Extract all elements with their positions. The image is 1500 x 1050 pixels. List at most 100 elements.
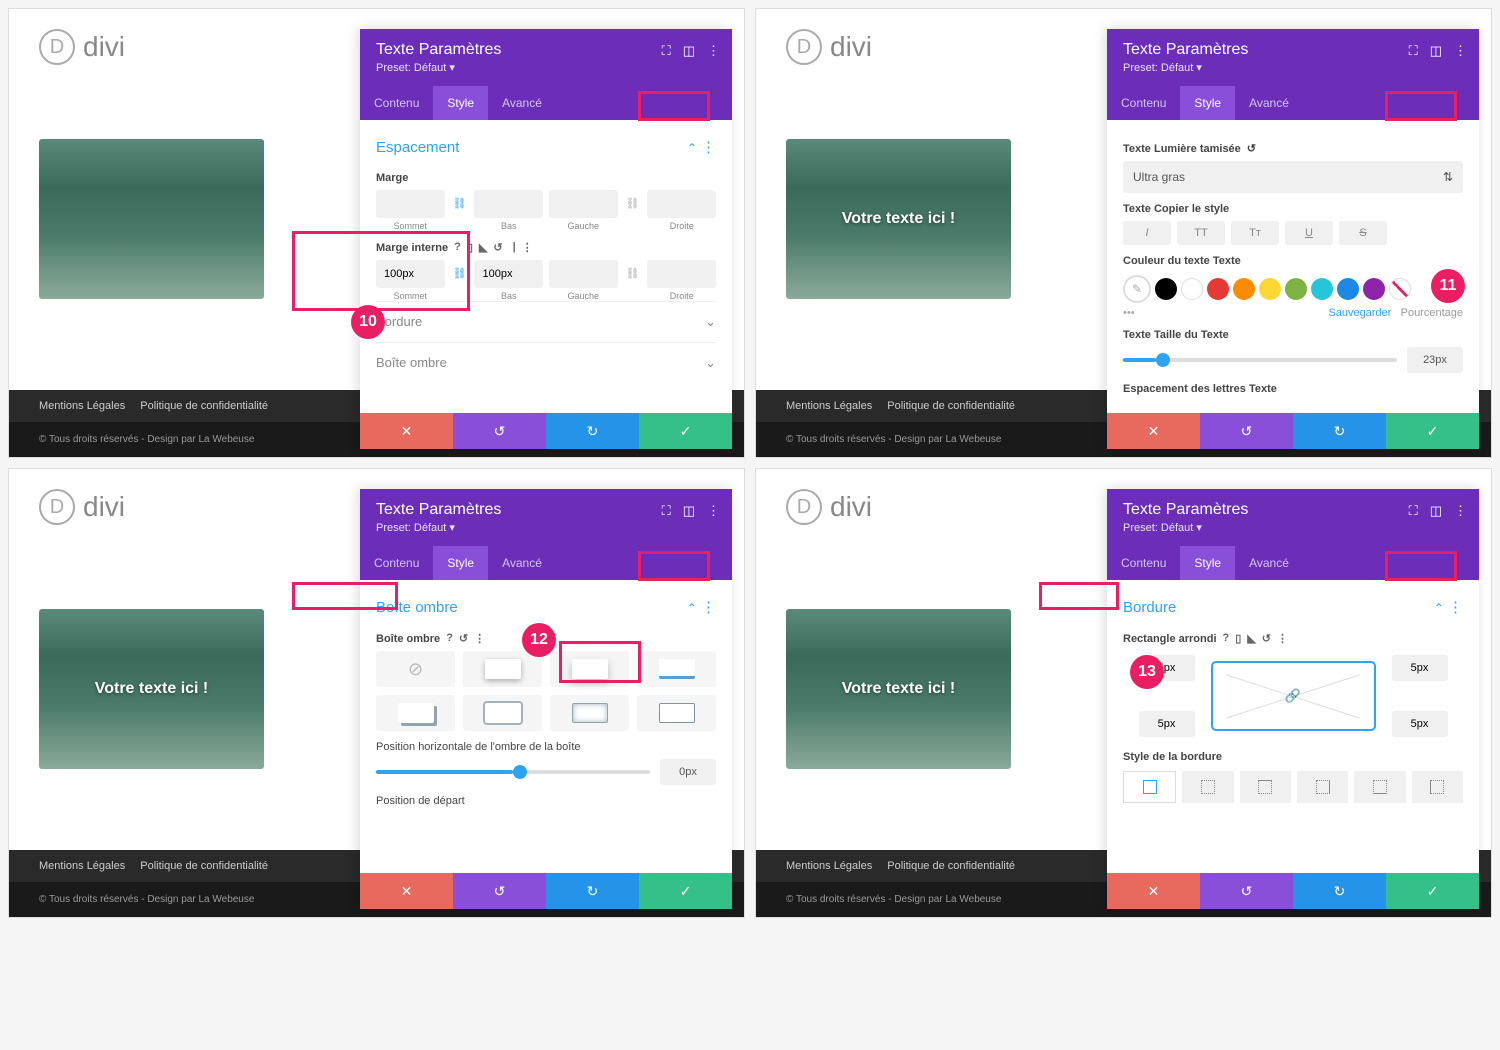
cancel-button[interactable]: ✕	[1107, 873, 1200, 909]
shadow-opt-2[interactable]	[550, 651, 629, 687]
preset-selector[interactable]: Preset: Défaut ▾	[376, 521, 716, 534]
undo-button[interactable]: ↺	[1200, 413, 1293, 449]
color-blue[interactable]	[1337, 278, 1359, 300]
tab-content[interactable]: Contenu	[1107, 546, 1180, 580]
mobile-icon[interactable]: ▯	[467, 241, 473, 254]
shadow-opt-4[interactable]	[376, 695, 455, 731]
reset-icon[interactable]: ↺	[459, 632, 468, 645]
more-vert-icon[interactable]: ⋮	[701, 599, 716, 616]
more-icon[interactable]: ⋮	[1454, 503, 1467, 519]
strike-button[interactable]: S	[1339, 221, 1387, 245]
footer-link-privacy[interactable]: Politique de confidentialité	[140, 400, 268, 412]
underline-button[interactable]: U	[1285, 221, 1333, 245]
tab-advanced[interactable]: Avancé	[488, 546, 556, 580]
reset-icon[interactable]: ↺	[493, 241, 502, 254]
tab-advanced[interactable]: Avancé	[488, 86, 556, 120]
color-yellow[interactable]	[1259, 278, 1281, 300]
tab-style[interactable]: Style	[1180, 546, 1235, 580]
footer-link-legal[interactable]: Mentions Légales	[786, 860, 872, 872]
hover-icon[interactable]: ◣	[1247, 632, 1255, 645]
columns-icon[interactable]: ◫	[1430, 503, 1442, 519]
preset-selector[interactable]: Preset: Défaut ▾	[1123, 521, 1463, 534]
margin-right-input[interactable]	[647, 190, 716, 218]
border-style-all[interactable]	[1182, 771, 1233, 803]
save-link[interactable]: Sauvegarder	[1328, 307, 1391, 319]
color-red[interactable]	[1207, 278, 1229, 300]
margin-top-input[interactable]	[376, 190, 445, 218]
footer-link-legal[interactable]: Mentions Légales	[39, 400, 125, 412]
border-style-left[interactable]	[1412, 771, 1463, 803]
tab-style[interactable]: Style	[1180, 86, 1235, 120]
save-button[interactable]: ✓	[639, 413, 732, 449]
radius-bl-input[interactable]	[1139, 711, 1195, 737]
redo-button[interactable]: ↻	[1293, 413, 1386, 449]
preset-selector[interactable]: Preset: Défaut ▾	[1123, 61, 1463, 74]
shadow-opt-7[interactable]	[637, 695, 716, 731]
save-button[interactable]: ✓	[639, 873, 732, 909]
footer-link-legal[interactable]: Mentions Légales	[786, 400, 872, 412]
redo-button[interactable]: ↻	[546, 873, 639, 909]
tab-advanced[interactable]: Avancé	[1235, 86, 1303, 120]
more-icon[interactable]: ⋮	[707, 503, 720, 519]
padding-bottom-input[interactable]	[474, 260, 543, 288]
tab-content[interactable]: Contenu	[1107, 86, 1180, 120]
color-orange[interactable]	[1233, 278, 1255, 300]
undo-button[interactable]: ↺	[453, 413, 546, 449]
more-icon[interactable]: ⋮	[707, 43, 720, 59]
border-style-bottom[interactable]	[1354, 771, 1405, 803]
cancel-button[interactable]: ✕	[360, 873, 453, 909]
border-style-solid[interactable]	[1123, 771, 1176, 803]
help-icon[interactable]: ?	[454, 241, 461, 254]
text-size-slider[interactable]	[1123, 358, 1397, 362]
reset-icon[interactable]: ↺	[1262, 632, 1271, 645]
section-spacing[interactable]: Espacement ⌃ ⋮	[376, 132, 716, 162]
mobile-icon[interactable]: ▯	[1235, 632, 1241, 645]
more-icon[interactable]: ⋮	[522, 241, 533, 254]
undo-button[interactable]: ↺	[1200, 873, 1293, 909]
redo-button[interactable]: ↻	[1293, 873, 1386, 909]
expand-icon[interactable]: ⛶	[662, 43, 671, 59]
help-icon[interactable]: ?	[1223, 632, 1230, 645]
padding-top-input[interactable]	[376, 260, 445, 288]
margin-bottom-input[interactable]	[474, 190, 543, 218]
margin-left-input[interactable]	[549, 190, 618, 218]
border-style-right[interactable]	[1297, 771, 1348, 803]
tab-advanced[interactable]: Avancé	[1235, 546, 1303, 580]
uppercase-button[interactable]: TT	[1177, 221, 1225, 245]
expand-icon[interactable]: ⛶	[1409, 503, 1418, 519]
shadow-opt-6[interactable]	[550, 695, 629, 731]
padding-left-input[interactable]	[549, 260, 618, 288]
color-cyan[interactable]	[1311, 278, 1333, 300]
section-border-collapsed[interactable]: Bordure⌄	[376, 301, 716, 342]
border-link-box[interactable]: 🔗	[1211, 661, 1376, 731]
padding-right-input[interactable]	[647, 260, 716, 288]
cancel-button[interactable]: ✕	[1107, 413, 1200, 449]
section-box-shadow-collapsed[interactable]: Boîte ombre⌄	[376, 342, 716, 383]
smallcaps-button[interactable]: Tᴛ	[1231, 221, 1279, 245]
expand-icon[interactable]: ⛶	[1409, 43, 1418, 59]
footer-link-privacy[interactable]: Politique de confidentialité	[887, 400, 1015, 412]
undo-button[interactable]: ↺	[453, 873, 546, 909]
shadow-opt-5[interactable]	[463, 695, 542, 731]
tab-content[interactable]: Contenu	[360, 546, 433, 580]
tab-style[interactable]: Style	[433, 546, 488, 580]
link-icon[interactable]: ⛓	[449, 260, 471, 287]
more-icon[interactable]: ⋮	[1454, 43, 1467, 59]
shadow-opt-1[interactable]	[463, 651, 542, 687]
shadow-opt-3[interactable]	[637, 651, 716, 687]
text-size-value[interactable]: 23px	[1407, 347, 1463, 373]
color-picker-icon[interactable]: ✎	[1123, 275, 1151, 303]
help-icon[interactable]: ?	[446, 632, 453, 645]
section-border[interactable]: Bordure ⌃ ⋮	[1123, 592, 1463, 622]
expand-icon[interactable]: ⛶	[662, 503, 671, 519]
preset-selector[interactable]: Preset: Défaut ▾	[376, 61, 716, 74]
hpos-value[interactable]: 0px	[660, 759, 716, 785]
color-green[interactable]	[1285, 278, 1307, 300]
percent-link[interactable]: Pourcentage	[1401, 307, 1463, 319]
more-dots-icon[interactable]: •••	[1123, 307, 1135, 319]
footer-link-privacy[interactable]: Politique de confidentialité	[887, 860, 1015, 872]
font-weight-select[interactable]: Ultra gras⇅	[1123, 161, 1463, 193]
more-icon[interactable]: ⋮	[474, 632, 485, 645]
radius-tr-input[interactable]	[1392, 655, 1448, 681]
color-purple[interactable]	[1363, 278, 1385, 300]
